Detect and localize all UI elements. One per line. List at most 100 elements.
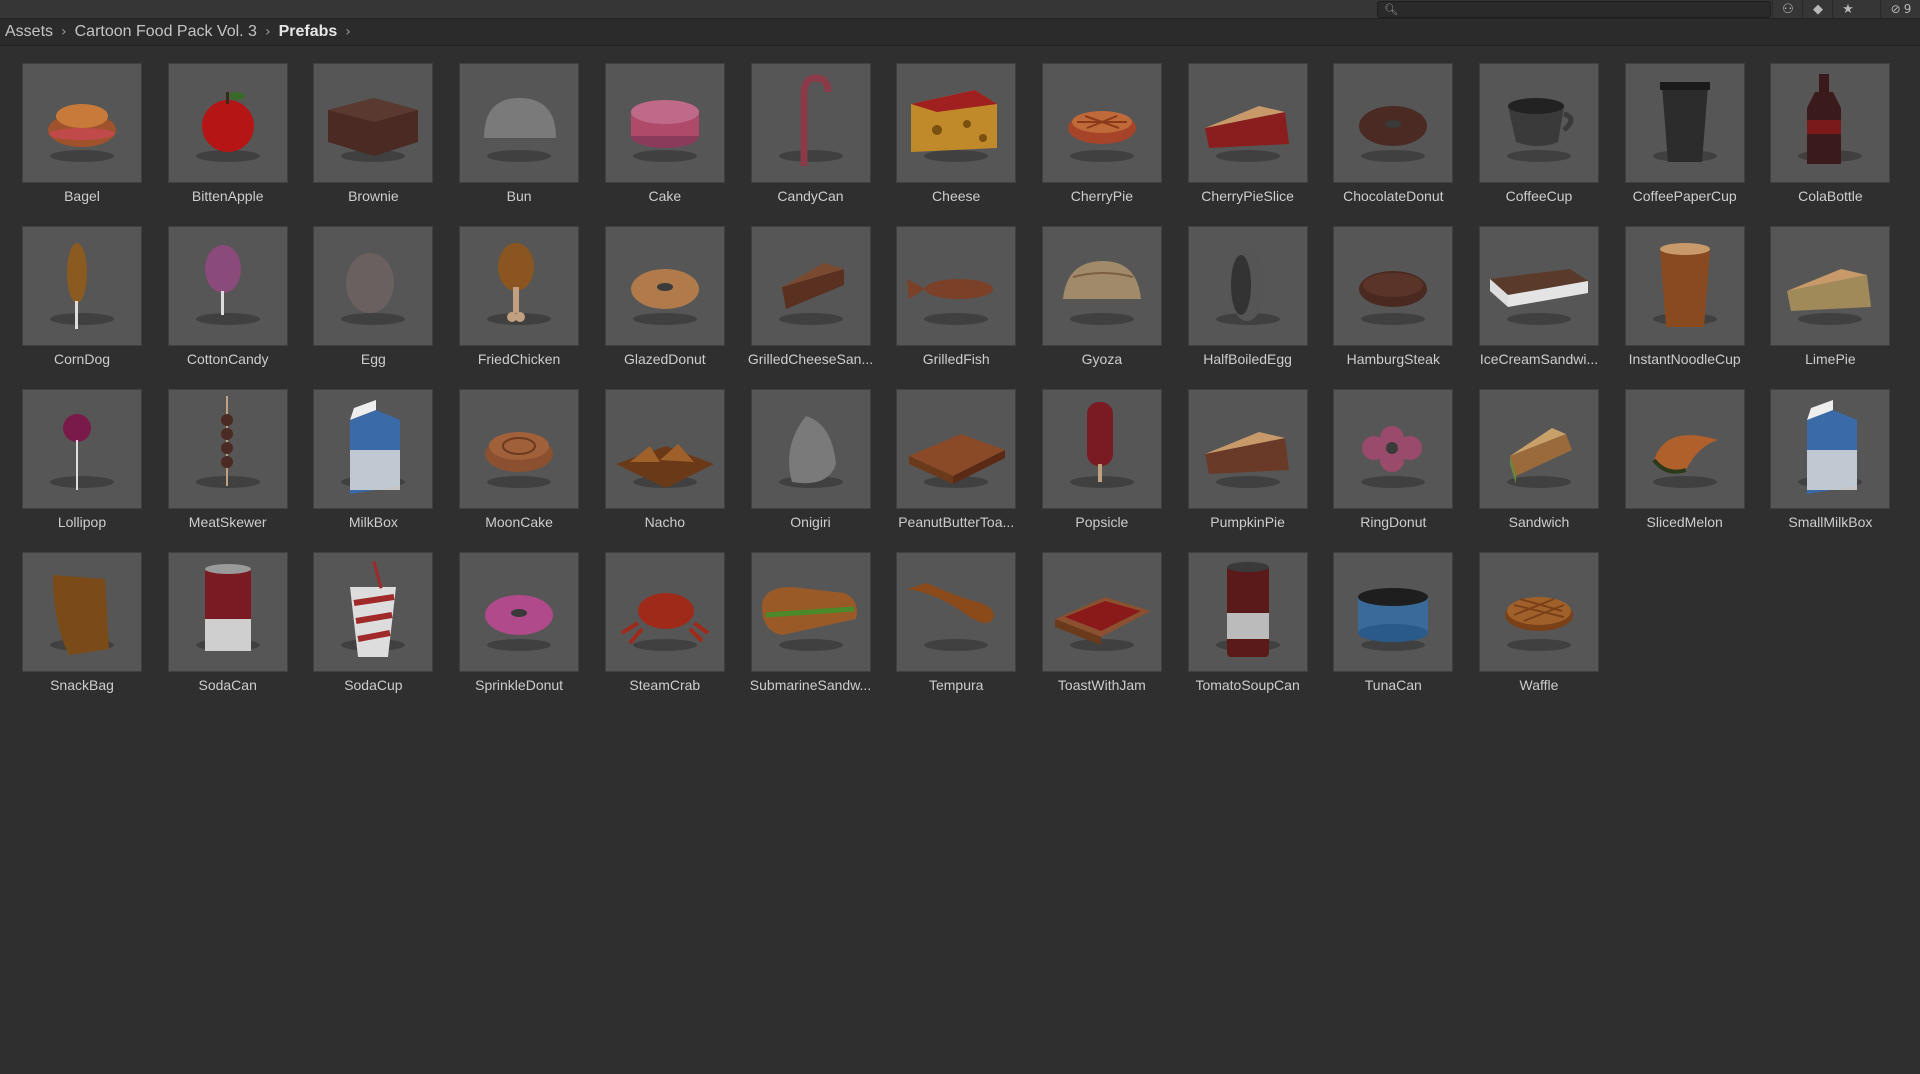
slice-icon xyxy=(1204,106,1289,162)
asset-thumbnail xyxy=(1770,63,1891,183)
asset-thumbnail xyxy=(896,63,1017,183)
asset-item[interactable]: CandyCan xyxy=(729,47,871,205)
scene-filter-button[interactable]: ⚇ xyxy=(1772,0,1803,18)
asset-item[interactable]: Lollipop xyxy=(0,373,142,531)
corndog-icon xyxy=(50,243,114,329)
asset-label: SnackBag xyxy=(50,677,114,693)
asset-item[interactable]: CoffeePaperCup xyxy=(1603,47,1745,205)
chevron-right-icon: › xyxy=(61,24,67,40)
asset-item[interactable]: Bun xyxy=(437,47,580,205)
asset-label: SteamCrab xyxy=(629,677,701,693)
asset-item[interactable]: CottonCandy xyxy=(146,210,288,368)
fish-icon xyxy=(907,279,994,325)
asset-item[interactable]: Onigiri xyxy=(729,373,871,531)
label-filter-button[interactable]: ◆ xyxy=(1802,0,1833,18)
asset-thumbnail xyxy=(604,552,725,672)
asset-label: CherryPieSlice xyxy=(1201,188,1294,204)
asset-item[interactable]: SprinkleDonut xyxy=(437,536,580,694)
asset-item[interactable]: Nacho xyxy=(583,373,725,531)
asset-item[interactable]: Sandwich xyxy=(1457,373,1599,531)
asset-item[interactable]: PumpkinPie xyxy=(1166,373,1308,531)
asset-label: GlazedDonut xyxy=(623,351,706,367)
asset-item[interactable]: CherryPie xyxy=(1020,47,1162,205)
asset-thumbnail xyxy=(1187,63,1308,183)
asset-item[interactable]: Tempura xyxy=(874,536,1017,694)
asset-thumbnail xyxy=(1770,226,1891,346)
search-input[interactable]: 🔍︎ xyxy=(1377,1,1771,18)
asset-item[interactable]: SmallMilkBox xyxy=(1748,373,1891,531)
asset-label: Lollipop xyxy=(57,514,107,530)
asset-label: Tempura xyxy=(928,677,984,693)
papercup-icon xyxy=(1652,82,1717,162)
favorite-button[interactable]: ★ xyxy=(1832,0,1863,18)
asset-item[interactable]: TomatoSoupCan xyxy=(1166,536,1308,694)
asset-item[interactable]: GrilledCheeseSan... xyxy=(729,210,873,368)
breadcrumb-prefabs[interactable]: Prefabs xyxy=(279,23,338,41)
asset-thumbnail xyxy=(1333,226,1454,346)
asset-item[interactable]: PeanutButterToa... xyxy=(874,373,1017,531)
asset-item[interactable]: InstantNoodleCup xyxy=(1603,210,1745,368)
asset-label: SodaCup xyxy=(344,677,403,693)
breadcrumb: Assets › Cartoon Food Pack Vol. 3 › Pref… xyxy=(0,19,1920,46)
asset-item[interactable]: RingDonut xyxy=(1311,373,1454,531)
search-icon: 🔍︎ xyxy=(1384,3,1398,16)
cheese-icon xyxy=(911,90,998,162)
asset-label: Nacho xyxy=(644,514,686,530)
asset-label: TomatoSoupCan xyxy=(1195,677,1300,693)
block-icon xyxy=(328,98,419,162)
asset-item[interactable]: Waffle xyxy=(1457,536,1599,694)
asset-item[interactable]: CoffeeCup xyxy=(1457,47,1599,205)
breadcrumb-cartoon-food-pack[interactable]: Cartoon Food Pack Vol. 3 xyxy=(75,23,257,41)
hidden-packages-toggle[interactable]: ⊘ 9 xyxy=(1880,0,1920,18)
asset-item[interactable]: CornDog xyxy=(0,210,142,368)
asset-label: RingDonut xyxy=(1360,514,1427,530)
asset-item[interactable]: SlicedMelon xyxy=(1603,373,1745,531)
asset-thumbnail xyxy=(167,63,288,183)
asset-item[interactable]: MilkBox xyxy=(291,373,434,531)
asset-item[interactable]: CherryPieSlice xyxy=(1166,47,1308,205)
asset-item[interactable]: SubmarineSandw... xyxy=(729,536,871,694)
asset-item[interactable]: HamburgSteak xyxy=(1311,210,1454,368)
asset-item[interactable]: SteamCrab xyxy=(583,536,725,694)
asset-item[interactable]: HalfBoiledEgg xyxy=(1166,210,1308,368)
asset-item[interactable]: Cheese xyxy=(874,47,1017,205)
breadcrumb-assets[interactable]: Assets xyxy=(5,23,53,41)
toastjam-icon xyxy=(1054,597,1151,651)
asset-item[interactable]: Popsicle xyxy=(1020,373,1162,531)
asset-item[interactable]: GlazedDonut xyxy=(583,210,725,368)
asset-item[interactable]: GrilledFish xyxy=(874,210,1017,368)
asset-thumbnail xyxy=(896,552,1017,672)
asset-label: SprinkleDonut xyxy=(475,677,564,693)
asset-item[interactable]: ChocolateDonut xyxy=(1311,47,1454,205)
asset-thumbnail xyxy=(896,226,1017,346)
noodlecup-icon xyxy=(1652,243,1717,327)
asset-item[interactable]: MoonCake xyxy=(437,373,580,531)
asset-thumbnail xyxy=(459,552,580,672)
asset-item[interactable]: SnackBag xyxy=(0,536,142,694)
asset-label: Popsicle xyxy=(1075,514,1129,530)
asset-item[interactable]: Bagel xyxy=(0,47,142,205)
donut-icon xyxy=(485,595,554,651)
icecream-icon xyxy=(1490,269,1588,325)
asset-item[interactable]: TunaCan xyxy=(1311,536,1454,694)
asset-label: HamburgSteak xyxy=(1346,351,1440,367)
asset-item[interactable]: Egg xyxy=(291,210,434,368)
project-toolbar: 🔍︎ ⚇ ◆ ★ ⊘ 9 xyxy=(0,0,1920,19)
asset-label: CoffeeCup xyxy=(1505,188,1573,204)
asset-item[interactable]: Brownie xyxy=(291,47,434,205)
asset-item[interactable]: SodaCup xyxy=(291,536,434,694)
asset-thumbnail xyxy=(22,389,142,509)
asset-item[interactable]: LimePie xyxy=(1748,210,1891,368)
asset-thumbnail xyxy=(604,226,725,346)
asset-item[interactable]: ColaBottle xyxy=(1748,47,1891,205)
asset-item[interactable]: SodaCan xyxy=(146,536,288,694)
asset-item[interactable]: IceCreamSandwi... xyxy=(1457,210,1599,368)
asset-item[interactable]: FriedChicken xyxy=(437,210,580,368)
asset-item[interactable]: ToastWithJam xyxy=(1020,536,1162,694)
skewer-icon xyxy=(195,396,260,488)
asset-item[interactable]: Cake xyxy=(583,47,725,205)
asset-item[interactable]: BittenApple xyxy=(146,47,288,205)
asset-item[interactable]: MeatSkewer xyxy=(146,373,288,531)
asset-item[interactable]: Gyoza xyxy=(1020,210,1162,368)
asset-thumbnail xyxy=(1479,389,1599,509)
